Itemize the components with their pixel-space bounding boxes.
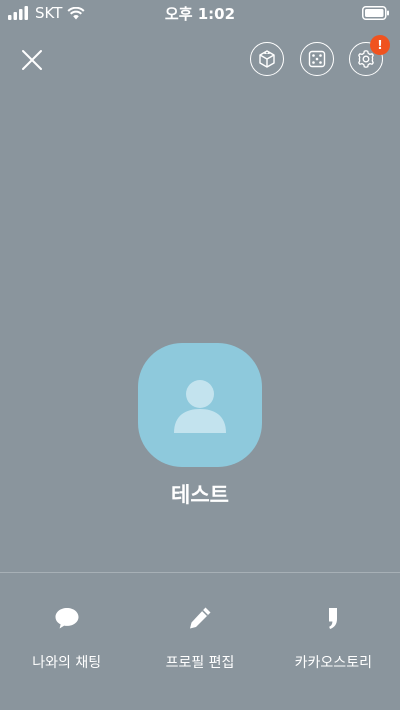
close-icon bbox=[22, 50, 42, 70]
profile-actions: 나와의 채팅 프로필 편집 카카오스토리 bbox=[0, 600, 400, 672]
default-person-icon bbox=[174, 380, 226, 433]
dice-button[interactable] bbox=[300, 42, 334, 76]
kakaostory-button[interactable]: 카카오스토리 bbox=[267, 600, 400, 672]
action-icon-wrap bbox=[133, 600, 266, 636]
pencil-icon bbox=[189, 607, 211, 629]
gift-box-icon bbox=[259, 50, 275, 68]
edit-profile-label: 프로필 편집 bbox=[165, 655, 235, 671]
status-time: 오후 1:02 bbox=[164, 5, 236, 23]
edit-profile-button[interactable]: 프로필 편집 bbox=[133, 600, 266, 672]
kakaostory-label: 카카오스토리 bbox=[294, 655, 372, 671]
profile-avatar[interactable] bbox=[138, 343, 262, 467]
gift-button[interactable] bbox=[250, 42, 284, 76]
profile-area: 테스트 bbox=[0, 343, 400, 509]
profile-name: 테스트 bbox=[171, 483, 229, 507]
chat-with-me-button[interactable]: 나와의 채팅 bbox=[0, 600, 133, 672]
dice-icon bbox=[308, 50, 326, 68]
status-bar: SKT 오후 1:02 bbox=[0, 0, 400, 26]
action-icon-wrap bbox=[0, 600, 133, 636]
action-icon-wrap bbox=[267, 600, 400, 636]
status-right bbox=[362, 5, 390, 24]
alert-badge: ! bbox=[370, 35, 390, 55]
chat-with-me-label: 나와의 채팅 bbox=[32, 655, 102, 671]
kakaostory-icon bbox=[329, 608, 338, 629]
top-bar: ! bbox=[0, 35, 400, 80]
chat-bubble-icon bbox=[55, 608, 79, 629]
divider bbox=[0, 572, 400, 573]
battery-icon bbox=[362, 6, 389, 20]
close-button[interactable] bbox=[18, 46, 46, 74]
